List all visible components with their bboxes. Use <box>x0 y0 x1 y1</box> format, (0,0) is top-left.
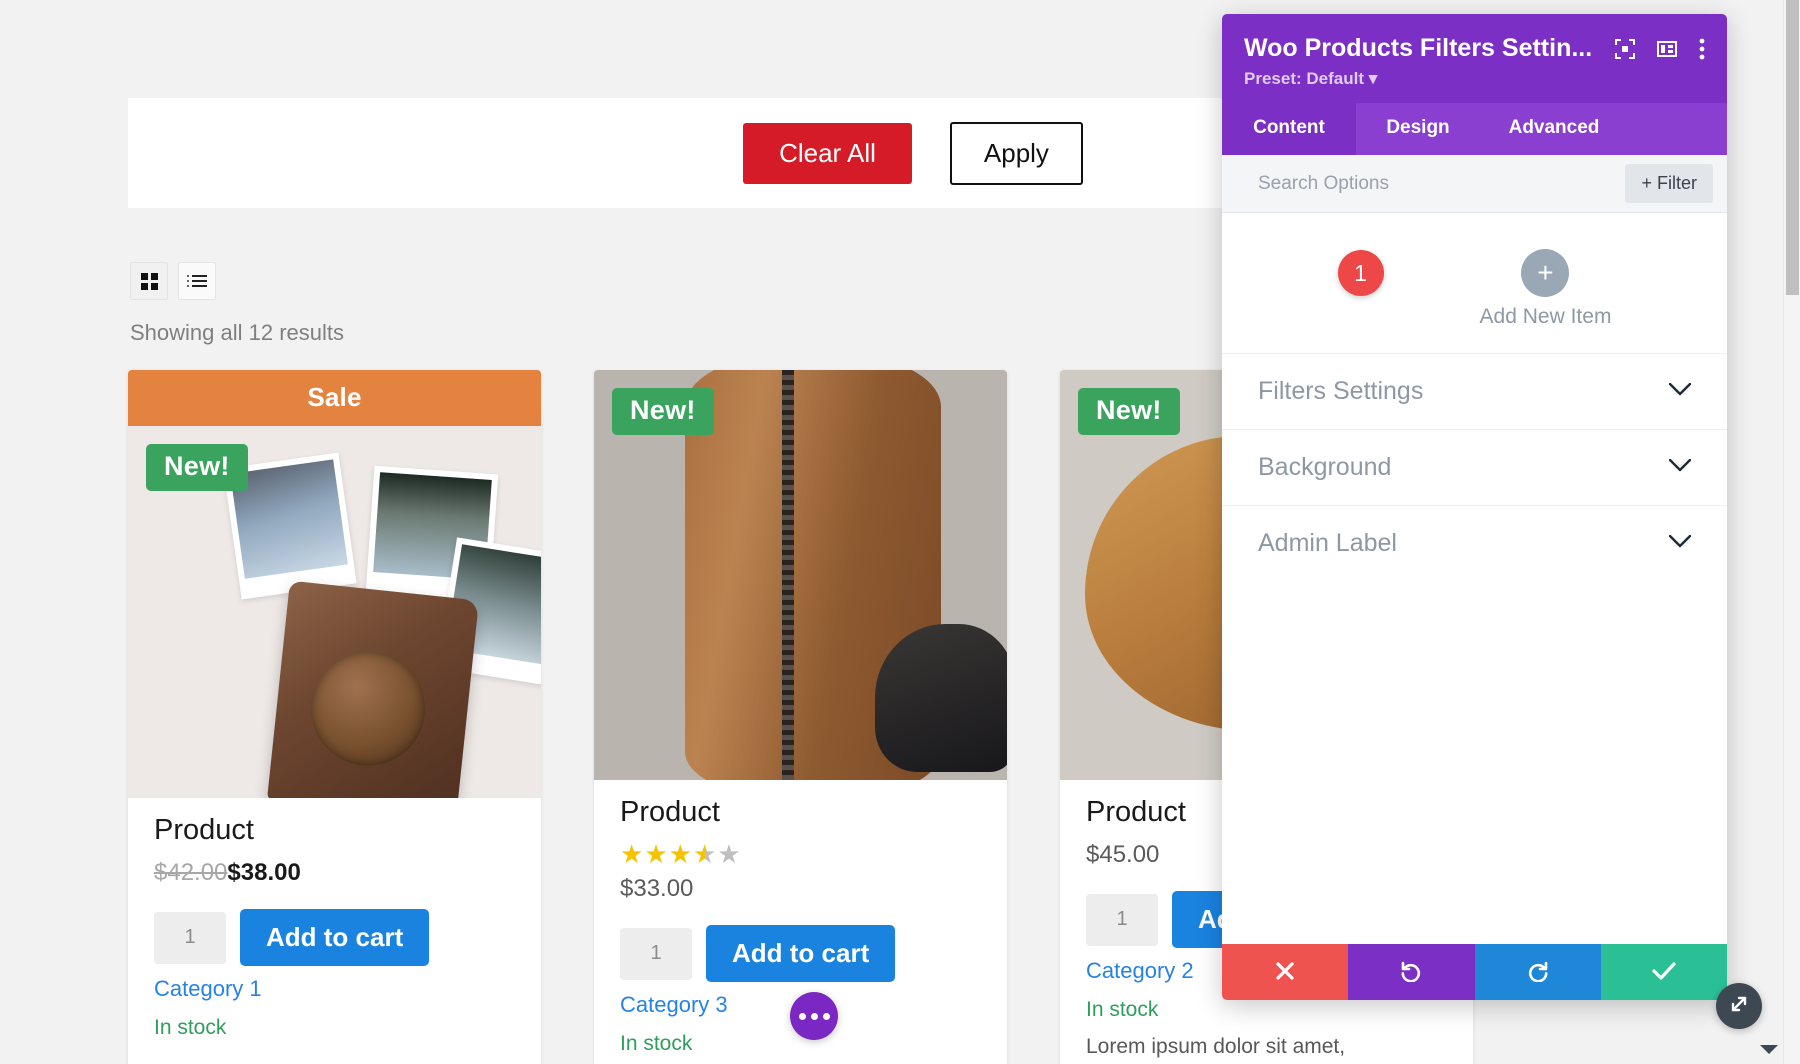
more-vertical-icon[interactable] <box>1699 38 1705 60</box>
add-new-item-button[interactable]: + Add New Item <box>1479 249 1612 329</box>
product-thumbnail[interactable]: New! <box>128 426 541 798</box>
product-price: $42.00$38.00 <box>154 859 515 887</box>
items-row: 1 + Add New Item <box>1222 213 1727 353</box>
accordion-admin-label[interactable]: Admin Label <box>1222 505 1727 581</box>
quantity-input[interactable] <box>1086 893 1158 946</box>
accordion-background[interactable]: Background <box>1222 429 1727 505</box>
product-regular-price: $33.00 <box>620 875 694 902</box>
check-icon <box>1652 961 1676 984</box>
accordion-label: Background <box>1258 453 1392 481</box>
list-view-icon <box>187 275 207 287</box>
accordion-label: Admin Label <box>1258 529 1397 557</box>
results-count: Showing all 12 results <box>130 320 345 345</box>
product-rating-stars: ★★★★★ <box>620 839 742 869</box>
redo-icon <box>1527 960 1549 985</box>
search-options-input[interactable] <box>1258 172 1626 195</box>
resize-corner-indicator <box>1760 1045 1778 1054</box>
new-badge: New! <box>146 444 248 491</box>
product-card[interactable]: New! Product ★★★★★ $33.00 Add to cart Ca… <box>594 370 1007 1064</box>
search-row: + Filter <box>1222 155 1727 213</box>
more-options-fab[interactable] <box>790 992 838 1040</box>
clear-all-button[interactable]: Clear All <box>743 122 912 184</box>
stock-status: In stock <box>1086 998 1159 1021</box>
add-to-cart-button[interactable]: Add to cart <box>706 925 896 982</box>
list-view-button[interactable] <box>178 262 216 300</box>
modal-footer <box>1222 944 1727 1000</box>
new-badge: New! <box>1078 388 1180 435</box>
product-excerpt: Lorem ipsum dolor sit amet, consectetur <box>1086 1035 1346 1058</box>
chevron-down-icon <box>1668 382 1692 401</box>
modal-header: Woo Products Filters Settin... Preset: D… <box>1222 14 1727 103</box>
tab-design[interactable]: Design <box>1356 103 1480 155</box>
page-scrollbar[interactable] <box>1783 0 1800 1064</box>
sale-banner: Sale <box>128 370 541 426</box>
undo-icon <box>1400 960 1422 985</box>
quantity-input[interactable] <box>154 911 226 964</box>
product-title[interactable]: Product <box>620 796 981 829</box>
product-card[interactable]: Sale New! Product $42.00$38.00 Add to ca… <box>128 370 541 1064</box>
item-count-badge[interactable]: 1 <box>1337 250 1384 296</box>
product-old-price: $42.00 <box>154 859 228 886</box>
modal-tabs: Content Design Advanced <box>1222 103 1727 155</box>
page-scrollbar-thumb[interactable] <box>1786 0 1799 295</box>
chevron-down-icon <box>1668 458 1692 477</box>
cart-row: Add to cart <box>154 909 515 966</box>
cart-row: Add to cart <box>620 925 981 982</box>
product-regular-price: $45.00 <box>1086 841 1160 868</box>
modal-title: Woo Products Filters Settin... <box>1244 34 1593 62</box>
tab-advanced[interactable]: Advanced <box>1480 103 1628 155</box>
preset-label: Preset: Default <box>1244 69 1364 88</box>
accordion-filters-settings[interactable]: Filters Settings <box>1222 353 1727 429</box>
chevron-down-icon <box>1668 534 1692 553</box>
apply-button[interactable]: Apply <box>949 121 1083 185</box>
accordion-label: Filters Settings <box>1258 377 1424 405</box>
product-sale-price: $38.00 <box>227 859 301 886</box>
close-icon <box>1275 961 1295 984</box>
product-card-body: Product $42.00$38.00 Add to cart Categor… <box>128 798 541 1060</box>
undo-button[interactable] <box>1348 944 1475 1000</box>
product-category-link[interactable]: Category 1 <box>154 976 515 1002</box>
grid-view-icon <box>140 272 158 290</box>
module-settings-modal: Woo Products Filters Settin... Preset: D… <box>1222 14 1727 1000</box>
save-changes-button[interactable] <box>1600 944 1727 1000</box>
add-filter-label: Filter <box>1657 173 1697 193</box>
grid-view-button[interactable] <box>130 262 168 300</box>
modal-body: 1 + Add New Item Filters Settings Backgr… <box>1222 213 1727 944</box>
resize-modal-handle[interactable] <box>1716 983 1762 1029</box>
preset-selector[interactable]: Preset: Default ▾ <box>1244 69 1705 89</box>
plus-icon: + <box>1521 249 1570 297</box>
add-new-item-label: Add New Item <box>1479 305 1612 328</box>
product-title[interactable]: Product <box>154 814 515 847</box>
cancel-changes-button[interactable] <box>1222 944 1349 1000</box>
view-mode-toggle-group <box>130 262 216 300</box>
add-to-cart-button[interactable]: Add to cart <box>240 909 430 966</box>
screen-root: Clear All Apply Showing all 12 results S… <box>0 0 1800 1064</box>
tab-content[interactable]: Content <box>1222 103 1356 155</box>
add-filter-button[interactable]: + Filter <box>1625 164 1713 203</box>
stock-status: In stock <box>154 1016 227 1039</box>
product-price: $33.00 <box>620 875 981 903</box>
quantity-input[interactable] <box>620 927 692 980</box>
fullscreen-icon[interactable] <box>1615 38 1635 59</box>
resize-diagonal-icon <box>1728 993 1750 1020</box>
layout-columns-icon[interactable] <box>1657 39 1677 59</box>
new-badge: New! <box>612 388 714 435</box>
product-thumbnail[interactable]: New! <box>594 370 1007 780</box>
redo-button[interactable] <box>1474 944 1601 1000</box>
